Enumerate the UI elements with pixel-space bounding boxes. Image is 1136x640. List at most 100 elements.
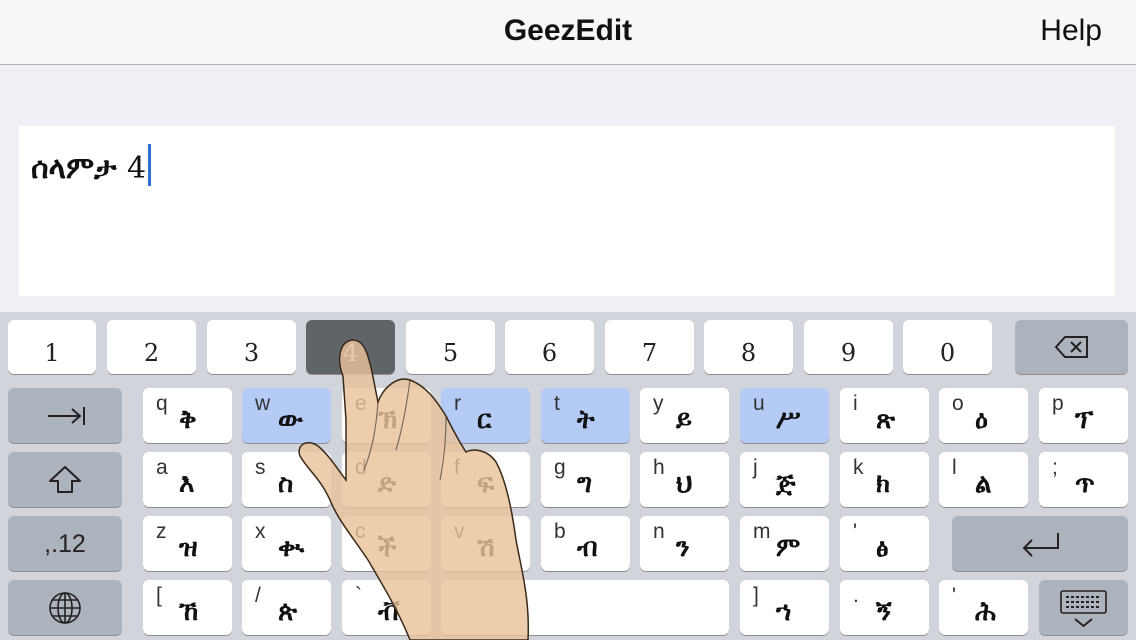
letter-key[interactable]: uሥ <box>740 388 829 443</box>
latin-label: . <box>853 584 859 607</box>
numbers-mode-key[interactable]: ,.12 <box>8 516 122 571</box>
letter-key[interactable]: cች <box>342 516 431 571</box>
key-label: 8 <box>740 339 757 367</box>
key-label: 9 <box>840 339 857 367</box>
key-number[interactable]: 1 <box>8 320 96 374</box>
letter-key[interactable]: sስ <box>242 452 331 507</box>
key-number[interactable]: 6 <box>505 320 594 374</box>
latin-label: q <box>156 392 168 415</box>
key-label: 0 <box>939 339 956 367</box>
latin-label: / <box>255 584 261 607</box>
app-title: GeezEdit <box>503 14 633 47</box>
ethiopic-label: ጅ <box>776 469 796 499</box>
letter-key[interactable]: zዝ <box>143 516 232 571</box>
letter-key[interactable]: nን <box>640 516 729 571</box>
shift-key[interactable] <box>8 452 122 507</box>
letter-key[interactable]: aእ <box>143 452 232 507</box>
latin-label: y <box>653 392 664 415</box>
latin-label: g <box>554 456 566 479</box>
dismiss-keyboard-key[interactable] <box>1039 580 1128 635</box>
key-number[interactable]: 8 <box>704 320 793 374</box>
letter-key[interactable]: pፕ <box>1039 388 1128 443</box>
letter-key[interactable]: ' ፅ <box>840 516 929 571</box>
ethiopic-label: ቊ <box>278 533 305 563</box>
letter-key[interactable]: kክ <box>840 452 929 507</box>
key-number[interactable]: 0 <box>903 320 992 374</box>
ethiopic-label: ፍ <box>477 469 495 499</box>
letter-key[interactable]: oዕ <box>939 388 1028 443</box>
navigation-bar: GeezEdit Help <box>0 0 1136 65</box>
key-number[interactable]: 3 <box>207 320 296 374</box>
letter-key[interactable]: fፍ <box>441 452 530 507</box>
key-number[interactable]: 2 <box>107 320 196 374</box>
latin-label: f <box>454 456 460 479</box>
ethiopic-label: ሽ <box>477 533 495 563</box>
key-number[interactable]: 7 <box>605 320 694 374</box>
key-number[interactable]: 5 <box>406 320 495 374</box>
letter-key[interactable]: mም <box>740 516 829 571</box>
letter-key[interactable]: dድ <box>342 452 431 507</box>
delete-key[interactable] <box>1015 320 1128 374</box>
editor-ethiopic-text: ሰላምታ <box>31 151 117 186</box>
ethiopic-label: ፅ <box>876 533 889 563</box>
latin-label: m <box>753 520 771 543</box>
letter-key[interactable]: vሽ <box>441 516 530 571</box>
key-label: 3 <box>243 339 260 367</box>
ethiopic-label: ቭ <box>378 597 400 627</box>
tab-key[interactable] <box>8 388 122 443</box>
letter-key[interactable]: wው <box>242 388 331 443</box>
latin-label: w <box>255 392 271 415</box>
globe-key[interactable] <box>8 580 122 635</box>
key-label: 1 <box>44 339 60 367</box>
text-editor[interactable]: ሰላምታ 4 <box>19 126 1115 296</box>
space-bar[interactable] <box>441 580 729 635</box>
return-arrow-icon <box>1022 533 1059 557</box>
latin-label: k <box>853 456 864 479</box>
ethiopic-label: እ <box>179 469 195 499</box>
letter-key[interactable]: yይ <box>640 388 729 443</box>
latin-label: [ <box>156 584 162 607</box>
letter-key[interactable]: .ኝ <box>840 580 929 635</box>
letter-key[interactable]: gግ <box>541 452 630 507</box>
ethiopic-label: ን <box>676 533 690 563</box>
ethiopic-label: ኽ <box>378 405 398 435</box>
globe-icon <box>49 592 81 624</box>
letter-key[interactable]: rር <box>441 388 530 443</box>
ethiopic-label: ት <box>577 405 595 435</box>
key-number-pressed[interactable]: 4 <box>306 320 395 374</box>
letter-key[interactable]: tት <box>541 388 630 443</box>
letter-key[interactable]: lል <box>939 452 1028 507</box>
latin-label: h <box>653 456 665 479</box>
letter-key[interactable]: ] ኀ <box>740 580 829 635</box>
help-button[interactable]: Help <box>1040 14 1102 48</box>
letter-key[interactable]: jጅ <box>740 452 829 507</box>
ethiopic-label: ብ <box>577 533 598 563</box>
latin-label: n <box>653 520 665 543</box>
latin-label: x <box>255 520 266 543</box>
letter-key[interactable]: eኽ <box>342 388 431 443</box>
latin-label: t <box>554 392 560 415</box>
latin-label: p <box>1052 392 1064 415</box>
text-caret <box>148 144 152 186</box>
latin-label: u <box>753 392 765 415</box>
ethiopic-label: ክ <box>876 469 891 499</box>
letter-key[interactable]: ' ሕ <box>939 580 1028 635</box>
ethiopic-keyboard: 1 2 3 4 5 6 7 8 9 0 qቅ wው eኽ rር tት yይ uሥ… <box>0 312 1136 640</box>
letter-key[interactable]: ; ጥ <box>1039 452 1128 507</box>
letter-key[interactable]: iጽ <box>840 388 929 443</box>
latin-label: ; <box>1052 456 1058 479</box>
key-label: 5 <box>442 339 459 367</box>
letter-key[interactable]: bብ <box>541 516 630 571</box>
letter-key[interactable]: / ጵ <box>242 580 331 635</box>
latin-label: ' <box>853 520 858 543</box>
ethiopic-label: ጽ <box>876 405 896 435</box>
key-number[interactable]: 9 <box>804 320 893 374</box>
letter-key[interactable]: qቅ <box>143 388 232 443</box>
latin-label: ' <box>952 584 957 607</box>
letter-key[interactable]: [ኸ <box>143 580 232 635</box>
letter-key[interactable]: hህ <box>640 452 729 507</box>
return-key[interactable] <box>952 516 1128 571</box>
letter-key[interactable]: xቊ <box>242 516 331 571</box>
ethiopic-label: ኀ <box>776 597 792 627</box>
letter-key[interactable]: ` ቭ <box>342 580 431 635</box>
